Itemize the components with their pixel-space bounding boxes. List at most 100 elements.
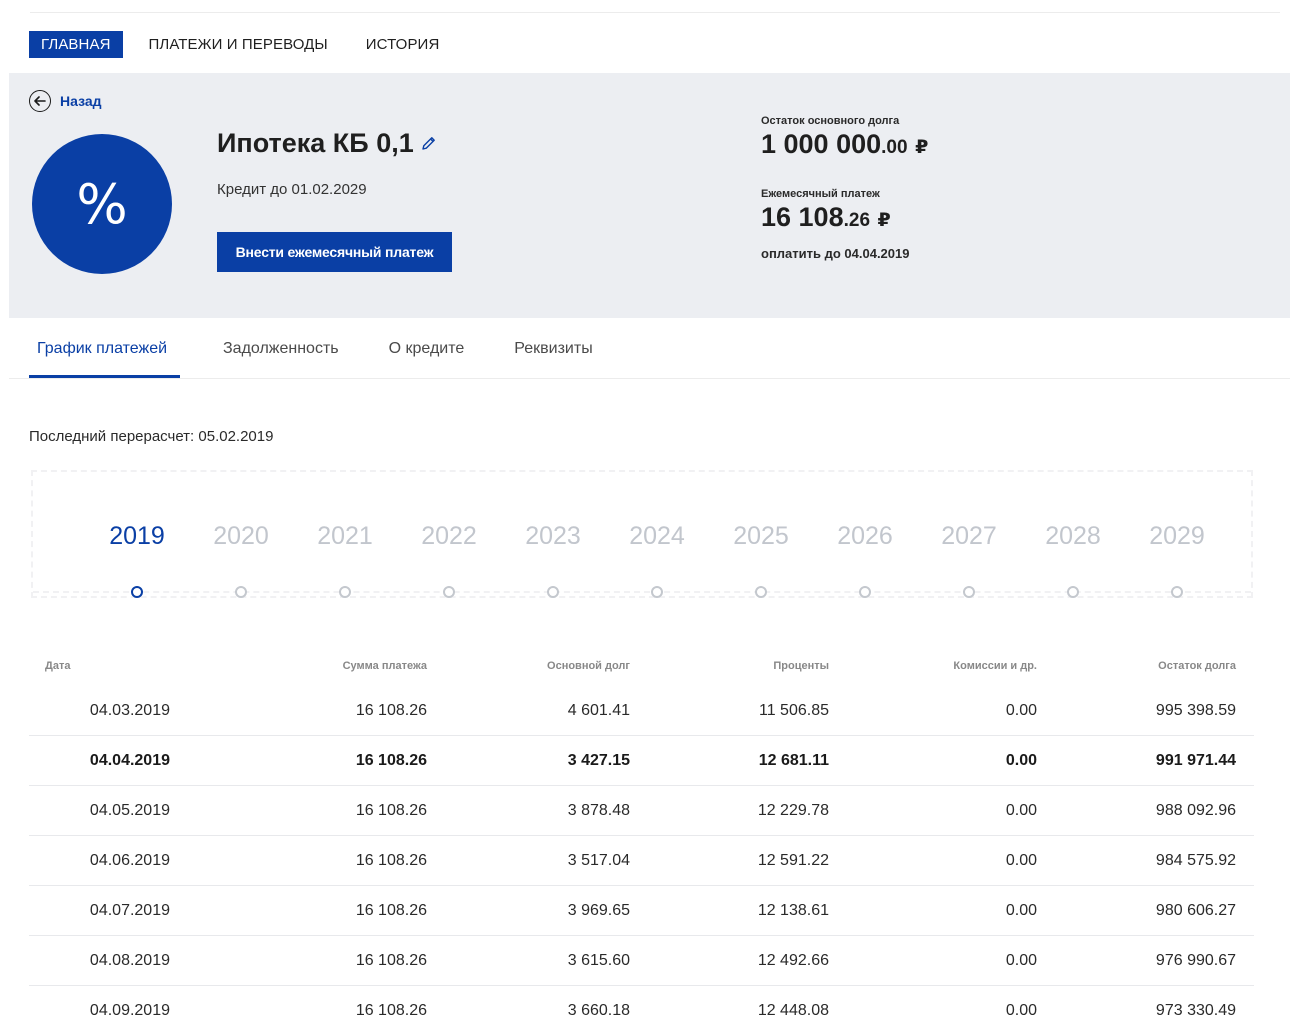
year-dot-2024[interactable] (651, 586, 663, 598)
principal-amount: 1 000 000.00 ₽ (761, 129, 928, 160)
column-header-interest: Проценты (773, 660, 829, 672)
table-row: 04.03.2019 16 108.26 4 601.41 11 506.85 0.00… (29, 686, 1254, 736)
year-dot-2027[interactable] (963, 586, 975, 598)
nav-item-payments[interactable]: ПЛАТЕЖИ И ПЕРЕВОДЫ (137, 31, 340, 58)
cell-balance: 976 990.67 (1155, 951, 1236, 969)
cell-interest: 12 448.08 (757, 1002, 829, 1019)
year-2026[interactable]: 2026 (825, 522, 905, 551)
year-dot-2025[interactable] (755, 586, 767, 598)
nav-item-history[interactable]: ИСТОРИЯ (354, 31, 452, 58)
cell-balance: 988 092.96 (1155, 801, 1236, 819)
table-header: Дата Сумма платежа Основной долг Процент… (29, 646, 1254, 686)
column-header-balance: Остаток долга (1158, 660, 1236, 672)
cell-interest: 12 681.11 (758, 751, 829, 769)
loan-tabs: График платежей Задолженность О кредите … (29, 330, 643, 378)
year-dot-2028[interactable] (1067, 586, 1079, 598)
year-dot-2019[interactable] (131, 586, 143, 598)
year-2025[interactable]: 2025 (721, 522, 801, 551)
nav-item-main[interactable]: ГЛАВНАЯ (29, 31, 123, 58)
year-2022[interactable]: 2022 (409, 522, 489, 551)
payment-schedule-table: Дата Сумма платежа Основной долг Процент… (29, 646, 1254, 1028)
year-dot-2026[interactable] (859, 586, 871, 598)
cell-payment: 16 108.26 (355, 751, 427, 769)
year-2028[interactable]: 2028 (1033, 522, 1113, 551)
top-divider (30, 12, 1280, 13)
cell-principal: 3 517.04 (567, 851, 630, 869)
column-header-payment: Сумма платежа (342, 660, 427, 672)
year-2023[interactable]: 2023 (513, 522, 593, 551)
cell-interest: 12 229.78 (757, 801, 829, 819)
year-2029[interactable]: 2029 (1137, 522, 1217, 551)
year-dot-2020[interactable] (235, 586, 247, 598)
cell-balance: 991 971.44 (1155, 751, 1236, 769)
table-row: 04.06.2019 16 108.26 3 517.04 12 591.22 0.00… (29, 836, 1254, 886)
monthly-payment-label: Ежемесячный платеж (761, 188, 880, 200)
cell-balance: 980 606.27 (1155, 901, 1236, 919)
cell-date: 04.03.2019 (89, 701, 170, 719)
year-2019[interactable]: 2019 (97, 522, 177, 551)
top-navigation: ГЛАВНАЯ ПЛАТЕЖИ И ПЕРЕВОДЫ ИСТОРИЯ (29, 31, 465, 58)
tabs-divider (9, 378, 1290, 379)
cell-balance: 984 575.92 (1155, 851, 1236, 869)
cell-principal: 3 427.15 (567, 751, 630, 769)
table-body: 04.03.2019 16 108.26 4 601.41 11 506.85 0.00… (29, 686, 1254, 1028)
year-2027[interactable]: 2027 (929, 522, 1009, 551)
cell-balance: 995 398.59 (1155, 701, 1236, 719)
credit-until-date: Кредит до 01.02.2029 (217, 181, 367, 198)
back-link[interactable]: Назад (29, 90, 102, 112)
product-title-text: Ипотека КБ 0,1 (217, 128, 414, 158)
table-row: 04.04.2019 16 108.26 3 427.15 12 681.11 0.00… (29, 736, 1254, 786)
cell-commissions: 0.00 (1005, 901, 1037, 919)
year-dot-2021[interactable] (339, 586, 351, 598)
table-row: 04.07.2019 16 108.26 3 969.65 12 138.61 0.00… (29, 886, 1254, 936)
cell-date: 04.04.2019 (89, 751, 170, 769)
cell-principal: 3 969.65 (567, 901, 630, 919)
pay-monthly-button[interactable]: Внести ежемесячный платеж (217, 232, 452, 272)
pencil-icon[interactable] (420, 135, 437, 152)
cell-commissions: 0.00 (1005, 751, 1037, 769)
year-dot-2023[interactable] (547, 586, 559, 598)
product-title: Ипотека КБ 0,1 (217, 128, 437, 159)
cell-interest: 12 591.22 (757, 851, 829, 869)
cell-date: 04.05.2019 (89, 801, 170, 819)
year-2024[interactable]: 2024 (617, 522, 697, 551)
cell-payment: 16 108.26 (355, 851, 427, 869)
cell-interest: 12 138.61 (757, 901, 829, 919)
back-label: Назад (60, 93, 102, 109)
year-2020[interactable]: 2020 (201, 522, 281, 551)
cell-payment: 16 108.26 (355, 701, 427, 719)
cell-payment: 16 108.26 (355, 801, 427, 819)
cell-principal: 3 878.48 (567, 801, 630, 819)
tab-about-credit[interactable]: О кредите (389, 330, 465, 378)
principal-label: Остаток основного долга (761, 115, 900, 127)
year-2021[interactable]: 2021 (305, 522, 385, 551)
last-recalculation: Последний перерасчет: 05.02.2019 (29, 428, 274, 445)
cell-commissions: 0.00 (1005, 851, 1037, 869)
tab-requisites[interactable]: Реквизиты (514, 330, 592, 378)
cell-payment: 16 108.26 (355, 1002, 427, 1019)
year-dot-2029[interactable] (1171, 586, 1183, 598)
cell-payment: 16 108.26 (355, 951, 427, 969)
cell-commissions: 0.00 (1005, 801, 1037, 819)
ruble-sign: ₽ (877, 210, 891, 231)
column-header-principal: Основной долг (547, 660, 630, 672)
arrow-left-icon (29, 90, 51, 112)
cell-principal: 4 601.41 (567, 701, 630, 719)
cell-interest: 11 506.85 (759, 701, 829, 719)
ruble-sign: ₽ (915, 137, 929, 158)
principal-main: 1 000 000 (761, 129, 882, 159)
year-dot-2022[interactable] (443, 586, 455, 598)
cell-date: 04.07.2019 (89, 901, 170, 919)
cell-interest: 12 492.66 (757, 951, 829, 969)
column-header-date: Дата (45, 660, 71, 672)
cell-date: 04.06.2019 (89, 851, 170, 869)
cell-principal: 3 615.60 (567, 951, 630, 969)
tab-debt[interactable]: Задолженность (223, 330, 339, 378)
principal-cents: .00 (881, 137, 908, 158)
tab-payment-schedule[interactable]: График платежей (29, 330, 180, 378)
cell-balance: 973 330.49 (1155, 1002, 1236, 1019)
cell-commissions: 0.00 (1005, 951, 1037, 969)
cell-date: 04.09.2019 (89, 1002, 170, 1019)
monthly-main: 16 108 (761, 202, 844, 232)
year-selector: 2019 2020 2021 2022 2023 2024 2025 2026 2027 2028… (31, 470, 1253, 598)
